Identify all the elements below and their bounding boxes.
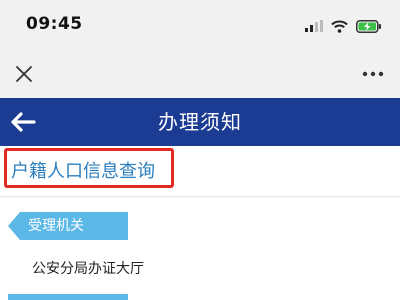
section-tag-label: 受理机关 <box>28 218 84 234</box>
status-icons <box>305 18 382 34</box>
wifi-icon <box>331 20 348 33</box>
status-bar: 09:45 <box>0 0 400 50</box>
back-arrow-icon[interactable] <box>8 108 38 136</box>
status-time: 09:45 <box>26 14 83 34</box>
header-title: 办理须知 <box>158 110 242 134</box>
page-title: 户籍人口信息查询 <box>11 161 155 182</box>
title-row: 户籍人口信息查询 <box>0 146 400 197</box>
next-section-tag <box>8 294 128 300</box>
nav-bar <box>0 50 400 98</box>
close-icon[interactable] <box>12 62 36 86</box>
battery-charging-icon <box>356 19 381 33</box>
accepting-authority-value: 公安分局办证大厅 <box>32 261 144 277</box>
more-icon[interactable] <box>360 64 386 84</box>
section-tag: 受理机关 <box>8 212 128 240</box>
signal-icon <box>305 20 323 32</box>
page-header: 办理须知 <box>0 98 400 146</box>
